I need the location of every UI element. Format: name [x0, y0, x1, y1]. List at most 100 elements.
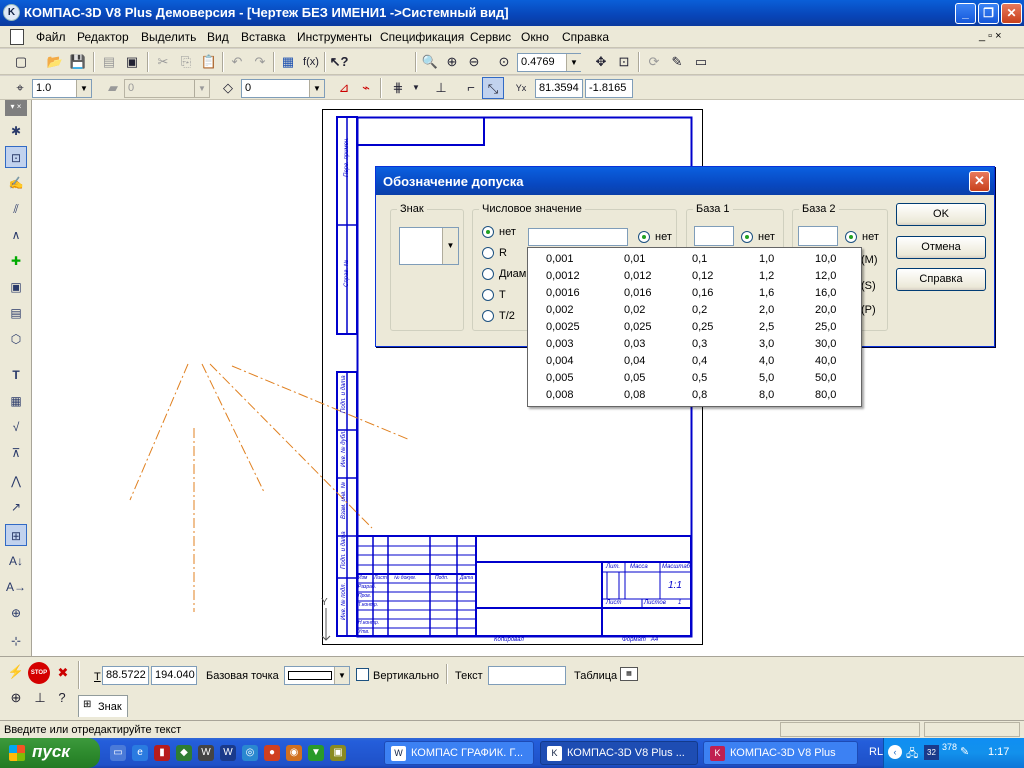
tolerance-value-option[interactable]: 0,8: [692, 389, 707, 401]
tolerance-value-option[interactable]: 0,016: [624, 287, 652, 299]
app-quick-icon[interactable]: ▮: [154, 745, 170, 761]
text-icon[interactable]: T: [5, 364, 27, 386]
mdi-window-controls[interactable]: _ ▫ ×: [979, 30, 1002, 42]
tolerance-value-option[interactable]: 5,0: [759, 372, 774, 384]
tolerance-value-option[interactable]: 10,0: [815, 253, 836, 265]
leader-icon[interactable]: ⋀: [5, 470, 27, 492]
copy-icon[interactable]: ⎘: [175, 51, 197, 73]
tolerance-value-option[interactable]: 0,01: [624, 253, 645, 265]
menu-tools[interactable]: Инструменты: [297, 30, 372, 44]
numeric-r-radio[interactable]: [482, 247, 494, 259]
cut-icon[interactable]: ✂: [152, 51, 174, 73]
view-arrow-icon[interactable]: A→: [5, 576, 27, 598]
tolerance-value-option[interactable]: 0,003: [546, 338, 574, 350]
chevron-down-icon[interactable]: ▼: [442, 228, 458, 264]
tolerance-value-option[interactable]: 3,0: [759, 338, 774, 350]
tolerance-value-option[interactable]: 0,25: [692, 321, 713, 333]
cancel-button[interactable]: Отмена: [896, 236, 986, 259]
save-icon[interactable]: 💾: [67, 51, 89, 73]
formula-icon[interactable]: f(x): [299, 51, 323, 73]
lightning-icon[interactable]: ⚡: [5, 661, 27, 683]
tray-chevron-icon[interactable]: ‹: [888, 745, 902, 759]
position-mark-icon[interactable]: ↗: [5, 496, 27, 518]
tolerance-value-option[interactable]: 0,4: [692, 355, 707, 367]
ok-button[interactable]: OK: [896, 203, 986, 226]
parametric-mode-icon[interactable]: ⤡: [482, 77, 504, 99]
create-object-icon[interactable]: ⊥: [29, 687, 51, 709]
ortho-icon[interactable]: ⊥: [430, 77, 452, 99]
app-quick-icon[interactable]: ▣: [330, 745, 346, 761]
context-help-icon[interactable]: ↖?: [328, 51, 350, 73]
tolerance-value-option[interactable]: 2,0: [759, 304, 774, 316]
menu-window[interactable]: Окно: [521, 30, 549, 44]
tolerance-value-option[interactable]: 16,0: [815, 287, 836, 299]
geometry-icon[interactable]: ✍: [5, 172, 27, 194]
dropdown-row[interactable]: 0,005 0,05 0,5 5,0 50,0: [528, 370, 863, 387]
point-x-field[interactable]: 88.5722: [102, 666, 149, 685]
menu-insert[interactable]: Вставка: [241, 30, 286, 44]
pan-icon[interactable]: ✥: [590, 51, 612, 73]
dropdown-row[interactable]: 0,0012 0,012 0,12 1,2 12,0: [528, 268, 863, 285]
winamp-icon[interactable]: W: [198, 745, 214, 761]
task-kompas-graphic[interactable]: W КОМПАС ГРАФИК. Г...: [384, 741, 534, 765]
center-mark-icon[interactable]: ⊹: [5, 630, 27, 652]
measure-icon[interactable]: ▤: [5, 302, 27, 324]
tolerance-value-option[interactable]: 0,008: [546, 389, 574, 401]
tolerance-value-option[interactable]: 0,0012: [546, 270, 580, 282]
open-folder-icon[interactable]: 📂: [44, 51, 66, 73]
vertical-checkbox[interactable]: [356, 668, 369, 681]
sign-select[interactable]: ▼: [399, 227, 459, 265]
redo-icon[interactable]: ↷: [249, 51, 271, 73]
help-button[interactable]: Справка: [896, 268, 986, 291]
app-quick-icon[interactable]: ◆: [176, 745, 192, 761]
chevron-down-icon[interactable]: ▼: [566, 54, 581, 71]
numeric-t-radio[interactable]: [482, 289, 494, 301]
cancel-command-icon[interactable]: ✖: [52, 662, 74, 684]
coord-y-field[interactable]: -1.8165: [585, 79, 633, 98]
zoom-in-icon[interactable]: ⊕: [441, 51, 463, 73]
tray-app-icon[interactable]: ✎: [960, 745, 969, 758]
selection-set-icon[interactable]: ⬡: [5, 328, 27, 350]
minimize-button[interactable]: _: [955, 3, 976, 24]
network-icon[interactable]: 🖧: [906, 745, 918, 764]
tolerance-value-option[interactable]: 0,012: [624, 270, 652, 282]
local-cs-icon[interactable]: ⌖: [9, 77, 31, 99]
regenerate-icon[interactable]: ⟳: [643, 51, 665, 73]
undo-icon[interactable]: ↶: [226, 51, 248, 73]
tolerance-values-dropdown[interactable]: 0,001 0,01 0,1 1,0 10,0 0,0012 0,012 0,12 1,2 12,…: [527, 247, 862, 407]
task-kompas-plus-active[interactable]: K КОМПАС-3D V8 Plus ...: [540, 741, 698, 765]
snap-settings-icon[interactable]: ⌁: [355, 77, 377, 99]
toolbar-header[interactable]: ▾ ×: [5, 100, 27, 116]
dimensions-icon[interactable]: ⊡: [5, 146, 27, 168]
roughness-icon[interactable]: √: [5, 416, 27, 438]
print-preview-icon[interactable]: ▣: [121, 51, 143, 73]
dialog-close-button[interactable]: ✕: [969, 171, 990, 192]
tolerance-value-option[interactable]: 0,04: [624, 355, 645, 367]
zoom-scale-icon[interactable]: ⊙: [493, 51, 515, 73]
tolerance-value-option[interactable]: 2,5: [759, 321, 774, 333]
tolerance-value-option[interactable]: 8,0: [759, 389, 774, 401]
document-icon[interactable]: [10, 29, 24, 45]
variables-icon[interactable]: ▦: [277, 51, 299, 73]
chevron-down-icon[interactable]: ▼: [405, 77, 427, 99]
tolerance-value-option[interactable]: 0,001: [546, 253, 574, 265]
app-quick-icon[interactable]: ●: [264, 745, 280, 761]
tolerance-value-option[interactable]: 1,2: [759, 270, 774, 282]
tolerance-value-option[interactable]: 50,0: [815, 372, 836, 384]
word-icon[interactable]: W: [220, 745, 236, 761]
tolerance-value-option[interactable]: 1,0: [759, 253, 774, 265]
start-button[interactable]: пуск: [0, 738, 100, 768]
tolerance-value-option[interactable]: 0,03: [624, 338, 645, 350]
numeric-none-radio[interactable]: [482, 226, 494, 238]
menu-editor[interactable]: Редактор: [77, 30, 129, 44]
desktop-icon[interactable]: ▭: [110, 745, 126, 761]
help-icon[interactable]: ?: [51, 687, 73, 709]
base2-input[interactable]: [798, 226, 838, 246]
app-quick-icon[interactable]: ◎: [242, 745, 258, 761]
tolerance-icon[interactable]: ⊞: [5, 524, 27, 546]
tolerance-value-option[interactable]: 0,16: [692, 287, 713, 299]
tolerance-value-option[interactable]: 0,1: [692, 253, 707, 265]
menu-service[interactable]: Сервис: [470, 30, 511, 44]
menu-file[interactable]: Файл: [36, 30, 66, 44]
dropdown-row[interactable]: 0,003 0,03 0,3 3,0 30,0: [528, 336, 863, 353]
